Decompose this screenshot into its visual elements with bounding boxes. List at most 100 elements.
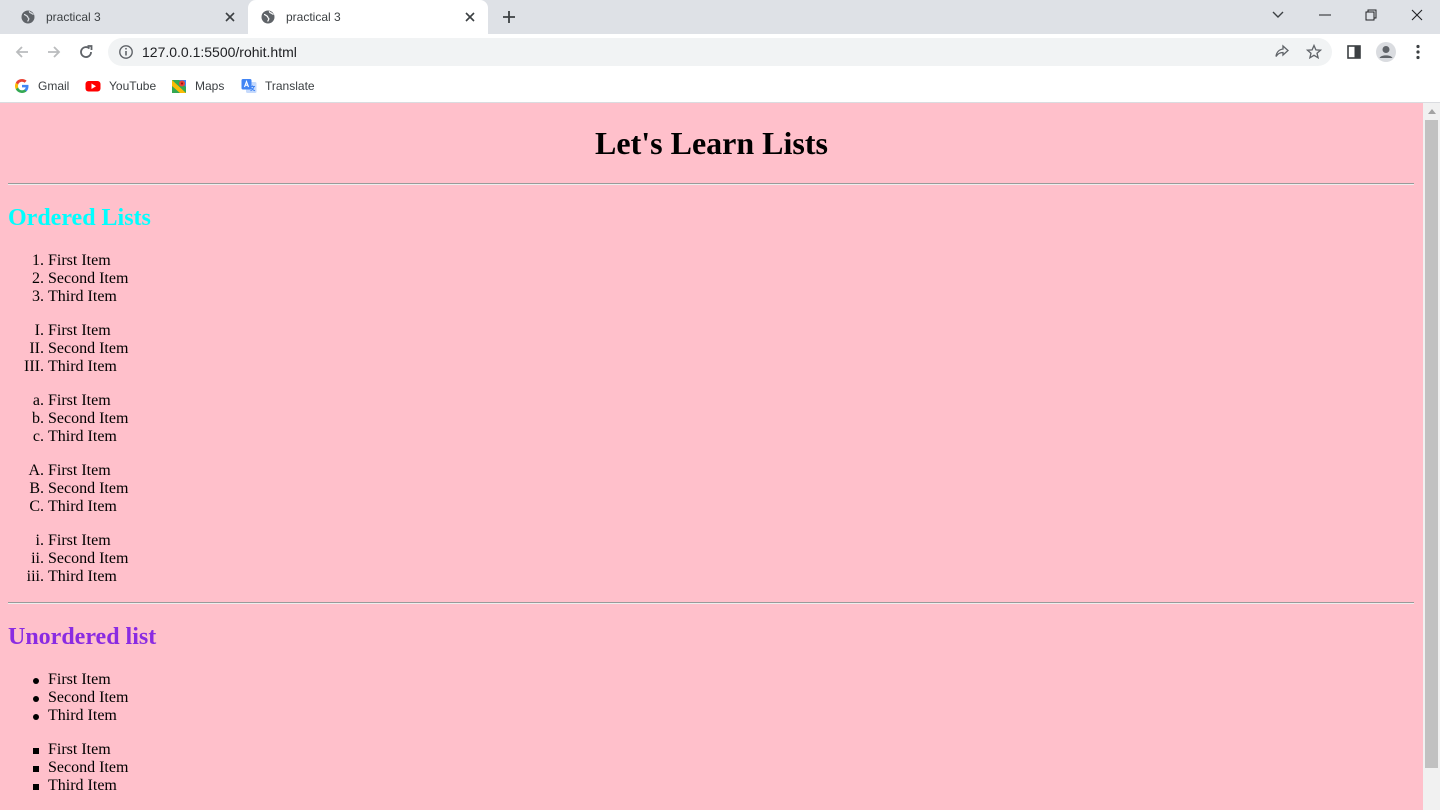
list-item-text: Third Item bbox=[48, 777, 117, 794]
list-marker: II. bbox=[29, 340, 44, 357]
tab-search-button[interactable] bbox=[1255, 0, 1301, 30]
bookmark-maps[interactable]: Maps bbox=[171, 76, 224, 96]
list-item-text: Second Item bbox=[48, 689, 129, 706]
tab-strip: practical 3 practical 3 bbox=[0, 0, 1440, 34]
list-item-text: First Item bbox=[48, 671, 111, 688]
disc-bullet bbox=[33, 696, 39, 702]
tab-title: practical 3 bbox=[286, 10, 341, 24]
list-marker: 3. bbox=[32, 288, 44, 305]
square-bullet bbox=[33, 766, 39, 772]
arrow-right-icon bbox=[48, 46, 61, 58]
tab-close-icon[interactable] bbox=[462, 9, 478, 25]
reload-icon bbox=[80, 45, 93, 58]
list-marker: i. bbox=[35, 532, 44, 549]
bookmark-label: Maps bbox=[195, 79, 225, 93]
list-marker: III. bbox=[24, 358, 44, 375]
list-item-text: Second Item bbox=[48, 550, 129, 567]
list-item: Second Item bbox=[8, 689, 128, 707]
scrollbar-thumb[interactable] bbox=[1425, 120, 1438, 768]
tab-practical-3-inactive[interactable]: practical 3 bbox=[8, 0, 248, 34]
bookmark-youtube[interactable]: YouTube bbox=[85, 76, 156, 96]
list-item-text: First Item bbox=[48, 741, 111, 758]
vertical-scrollbar[interactable] bbox=[1423, 103, 1440, 810]
list-item-text: Third Item bbox=[48, 288, 117, 305]
tab-practical-3-active[interactable]: practical 3 bbox=[248, 0, 488, 34]
list-item-text: Second Item bbox=[48, 759, 129, 776]
list-item-text: First Item bbox=[48, 252, 111, 269]
list-marker: 2. bbox=[32, 270, 44, 287]
info-icon[interactable] bbox=[118, 44, 134, 60]
profile-button[interactable] bbox=[1372, 38, 1400, 66]
list-item: Third Item bbox=[8, 707, 128, 725]
arrow-left-icon bbox=[15, 46, 28, 58]
list-marker: b. bbox=[32, 410, 44, 427]
list-item-text: Third Item bbox=[48, 428, 117, 445]
list-marker: ii. bbox=[31, 550, 44, 567]
tab-close-icon[interactable] bbox=[222, 9, 238, 25]
browser-toolbar: 127.0.0.1:5500/rohit.html bbox=[0, 34, 1440, 70]
unordered-list-heading: Unordered list bbox=[8, 624, 157, 650]
list-item-text: Second Item bbox=[48, 270, 129, 287]
star-icon[interactable] bbox=[1303, 42, 1325, 62]
list-item-text: Second Item bbox=[48, 340, 129, 357]
ordered-list-lower-roman: i. First Item ii. Second Item iii. Third It… bbox=[8, 532, 129, 586]
list-item-text: Third Item bbox=[48, 498, 117, 515]
forward-button[interactable] bbox=[40, 38, 68, 66]
list-item-text: Third Item bbox=[48, 707, 117, 724]
google-icon bbox=[14, 78, 30, 94]
ordered-list-numeric: 1. First Item 2. Second Item 3. Third Item bbox=[8, 252, 128, 306]
page-title: Let's Learn Lists bbox=[595, 125, 828, 161]
chevron-down-icon bbox=[1272, 11, 1284, 18]
address-bar[interactable]: 127.0.0.1:5500/rohit.html bbox=[108, 38, 1332, 66]
list-item: III. Third Item bbox=[8, 358, 128, 376]
list-item: First Item bbox=[8, 671, 128, 689]
list-item-text: Second Item bbox=[48, 480, 129, 497]
reload-button[interactable] bbox=[72, 38, 100, 66]
unordered-list-square: First Item Second Item Third Item bbox=[8, 741, 128, 795]
bookmark-label: YouTube bbox=[109, 79, 157, 93]
list-item: i. First Item bbox=[8, 532, 128, 550]
youtube-icon bbox=[85, 78, 101, 94]
restore-icon bbox=[1365, 9, 1377, 21]
list-item: Third Item bbox=[8, 777, 128, 795]
list-item: First Item bbox=[8, 741, 128, 759]
disc-bullet bbox=[33, 714, 39, 720]
maps-icon bbox=[171, 78, 187, 94]
more-vert-icon bbox=[1416, 44, 1420, 60]
minimize-button[interactable] bbox=[1302, 0, 1348, 30]
scroll-up-arrow-icon[interactable] bbox=[1423, 103, 1440, 120]
ordered-lists-heading: Ordered Lists bbox=[8, 205, 151, 231]
list-item-text: First Item bbox=[48, 532, 111, 549]
bookmark-label: Translate bbox=[265, 79, 315, 93]
list-item-text: Third Item bbox=[48, 358, 117, 375]
list-item-text: Second Item bbox=[48, 410, 129, 427]
list-item: B. Second Item bbox=[8, 480, 128, 498]
side-panel-button[interactable] bbox=[1340, 38, 1368, 66]
list-item: 2. Second Item bbox=[8, 270, 128, 288]
plus-icon bbox=[503, 11, 515, 23]
close-window-button[interactable] bbox=[1394, 0, 1440, 30]
minimize-icon bbox=[1319, 14, 1331, 16]
share-icon[interactable] bbox=[1271, 42, 1293, 62]
square-bullet bbox=[33, 748, 39, 754]
bookmark-translate[interactable]: Translate bbox=[241, 76, 315, 96]
list-item-text: First Item bbox=[48, 462, 111, 479]
list-item: I. First Item bbox=[8, 322, 128, 340]
globe-icon bbox=[20, 9, 36, 25]
list-item: 1. First Item bbox=[8, 252, 128, 270]
globe-icon bbox=[260, 9, 276, 25]
horizontal-rule bbox=[8, 602, 1414, 604]
list-item: Second Item bbox=[8, 759, 128, 777]
menu-button[interactable] bbox=[1404, 38, 1432, 66]
url-text: 127.0.0.1:5500/rohit.html bbox=[142, 44, 297, 60]
ordered-list-upper-alpha: A. First Item B. Second Item C. Third Item bbox=[8, 462, 128, 516]
list-item-text: Third Item bbox=[48, 568, 117, 585]
new-tab-button[interactable] bbox=[498, 7, 520, 27]
restore-button[interactable] bbox=[1348, 0, 1394, 30]
avatar-icon bbox=[1376, 42, 1396, 62]
back-button[interactable] bbox=[8, 38, 36, 66]
disc-bullet bbox=[33, 678, 39, 684]
list-marker: 1. bbox=[32, 252, 44, 269]
bookmark-gmail[interactable]: Gmail bbox=[14, 76, 69, 96]
bookmarks-bar: Gmail YouTube Maps Translate bbox=[0, 70, 1440, 103]
